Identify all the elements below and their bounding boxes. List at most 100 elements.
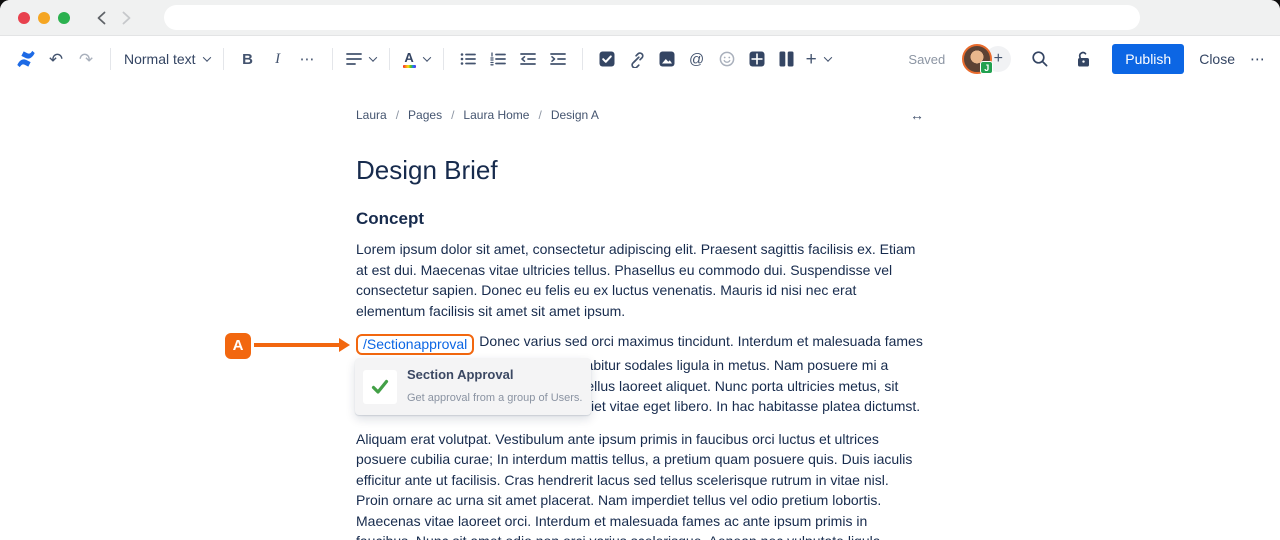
emoji-icon xyxy=(719,51,735,67)
breadcrumb: Laura / Pages / Laura Home / Design A xyxy=(356,108,599,122)
breadcrumb-item-laura[interactable]: Laura xyxy=(356,108,387,122)
breadcrumb-item-laura-home[interactable]: Laura Home xyxy=(463,108,529,122)
browser-nav xyxy=(96,11,132,25)
paragraph-3[interactable]: Aliquam erat volutpat. Vestibulum ante i… xyxy=(356,429,924,540)
redo-icon: ↷ xyxy=(79,51,93,68)
indent-icon xyxy=(550,52,566,66)
divider xyxy=(110,48,111,70)
numbered-list-icon xyxy=(490,52,506,66)
editor-overflow-button[interactable]: ⋯ xyxy=(1250,50,1266,68)
address-bar[interactable] xyxy=(164,5,1140,30)
bullet-list-icon xyxy=(460,52,476,66)
permissions-button[interactable] xyxy=(1069,44,1097,74)
page-width-toggle-icon[interactable]: ↔ xyxy=(910,107,924,123)
popup-icon-tile xyxy=(363,370,397,404)
mention-button[interactable]: @ xyxy=(683,44,711,74)
annotation-label-a: A xyxy=(225,333,251,359)
image-button[interactable] xyxy=(653,44,681,74)
breadcrumb-separator: / xyxy=(451,108,454,122)
annotation-arrow xyxy=(254,343,339,347)
checkmark-icon xyxy=(370,377,390,397)
bold-icon: B xyxy=(242,51,253,68)
close-editor-button[interactable]: Close xyxy=(1199,51,1235,67)
avatar-badge: J xyxy=(980,61,993,74)
outdent-icon xyxy=(520,52,536,66)
bullet-list-button[interactable] xyxy=(454,44,482,74)
browser-titlebar xyxy=(0,0,1280,36)
outdent-button[interactable] xyxy=(514,44,542,74)
image-icon xyxy=(659,51,675,67)
save-status: Saved xyxy=(908,52,945,67)
toolbar-right-group: Saved J + Publish C xyxy=(908,44,1266,74)
table-button[interactable] xyxy=(743,44,771,74)
paragraph-2-wrap: A /SectionapprovalDonec varius sed orci … xyxy=(356,331,924,417)
editor-toolbar: ↶ ↷ Normal text B I ⋯ xyxy=(0,36,1280,82)
close-window-button[interactable] xyxy=(18,12,30,24)
link-button[interactable] xyxy=(623,44,651,74)
emoji-button[interactable] xyxy=(713,44,741,74)
more-formatting-button[interactable]: ⋯ xyxy=(294,44,322,74)
breadcrumb-row: Laura / Pages / Laura Home / Design A ↔ xyxy=(356,107,924,123)
bold-button[interactable]: B xyxy=(234,44,262,74)
insert-dropdown[interactable]: + xyxy=(803,44,834,74)
layouts-button[interactable] xyxy=(773,44,801,74)
confluence-logo[interactable] xyxy=(12,44,40,74)
popup-title: Section Approval xyxy=(407,365,582,386)
zoom-window-button[interactable] xyxy=(58,12,70,24)
search-button[interactable] xyxy=(1026,44,1054,74)
redo-button[interactable]: ↷ xyxy=(72,44,100,74)
search-icon xyxy=(1031,50,1049,68)
minimize-window-button[interactable] xyxy=(38,12,50,24)
task-checkbox-icon xyxy=(599,51,615,67)
section-heading[interactable]: Concept xyxy=(356,208,924,230)
layouts-icon xyxy=(779,51,794,67)
undo-button[interactable]: ↶ xyxy=(42,44,70,74)
collaborators: J + xyxy=(962,44,1011,74)
popup-texts: Section Approval Get approval from a gro… xyxy=(407,365,582,408)
breadcrumb-item-design-a[interactable]: Design A xyxy=(551,108,599,122)
chevron-down-icon xyxy=(368,53,376,61)
more-formatting-icon: ⋯ xyxy=(300,50,316,68)
back-icon[interactable] xyxy=(96,11,107,25)
browser-window: ↶ ↷ Normal text B I ⋯ xyxy=(0,0,1280,540)
text-style-label: Normal text xyxy=(124,51,196,67)
divider xyxy=(443,48,444,70)
slash-command-chip[interactable]: /Sectionapproval xyxy=(356,334,474,355)
divider xyxy=(223,48,224,70)
chevron-down-icon xyxy=(202,53,210,61)
divider xyxy=(389,48,390,70)
page-title[interactable]: Design Brief xyxy=(356,155,924,185)
toolbar-left-group: ↶ ↷ Normal text B I ⋯ xyxy=(12,44,834,74)
slash-command-popup[interactable]: Section Approval Get approval from a gro… xyxy=(355,358,591,415)
popup-description: Get approval from a group of Users. xyxy=(407,388,582,409)
paragraph-1[interactable]: Lorem ipsum dolor sit amet, consectetur … xyxy=(356,239,924,321)
text-color-dropdown[interactable]: A xyxy=(400,44,433,74)
breadcrumb-separator: / xyxy=(396,108,399,122)
publish-button[interactable]: Publish xyxy=(1112,44,1184,74)
alignment-dropdown[interactable] xyxy=(343,44,379,74)
link-icon xyxy=(628,51,645,68)
avatar[interactable]: J xyxy=(962,44,992,74)
align-left-icon xyxy=(346,52,362,66)
table-icon xyxy=(749,51,765,67)
traffic-lights xyxy=(18,12,70,24)
italic-button[interactable]: I xyxy=(264,44,292,74)
breadcrumb-item-pages[interactable]: Pages xyxy=(408,108,442,122)
divider xyxy=(332,48,333,70)
numbered-list-button[interactable] xyxy=(484,44,512,74)
unlock-icon xyxy=(1075,50,1092,68)
forward-icon[interactable] xyxy=(121,11,132,25)
divider xyxy=(582,48,583,70)
confluence-logo-icon xyxy=(15,48,37,70)
indent-button[interactable] xyxy=(544,44,572,74)
text-color-icon: A xyxy=(403,51,416,68)
chevron-down-icon xyxy=(823,53,831,61)
text-style-dropdown[interactable]: Normal text xyxy=(121,44,213,74)
mention-icon: @ xyxy=(689,51,704,68)
italic-icon: I xyxy=(275,51,280,68)
chevron-down-icon xyxy=(422,53,430,61)
plus-icon: + xyxy=(806,50,817,69)
breadcrumb-separator: / xyxy=(538,108,541,122)
editor-content: Laura / Pages / Laura Home / Design A ↔ … xyxy=(356,107,924,540)
task-list-button[interactable] xyxy=(593,44,621,74)
